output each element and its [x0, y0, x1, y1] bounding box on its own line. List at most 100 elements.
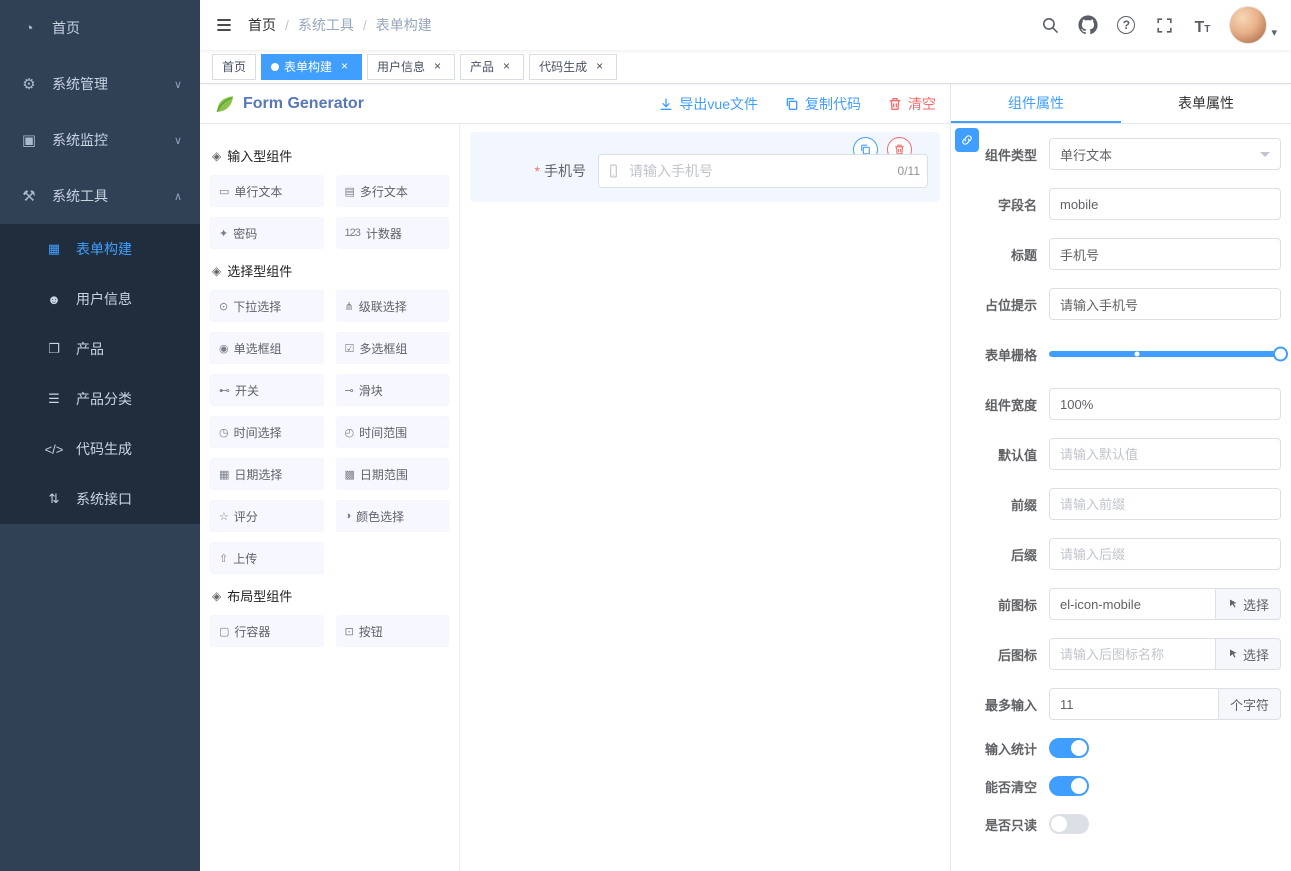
prop-label: 最多输入	[971, 695, 1049, 714]
breadcrumb-current: 表单构建	[376, 15, 432, 35]
prop-row-placeholder: 占位提示	[971, 288, 1281, 320]
form-canvas[interactable]: *手机号 0/11	[460, 124, 950, 871]
sidebar-item-code-generation[interactable]: </> 代码生成	[0, 424, 200, 474]
document-link-button[interactable]	[955, 128, 979, 152]
prefix-input[interactable]	[1049, 488, 1281, 520]
close-icon[interactable]: ×	[337, 59, 352, 74]
form-field-mobile[interactable]: *手机号 0/11	[470, 132, 940, 202]
tab-component-props[interactable]: 组件属性	[951, 84, 1121, 123]
palette-item[interactable]: ⊙下拉选择	[210, 290, 324, 322]
export-vue-button[interactable]: 导出vue文件	[658, 94, 758, 114]
prop-row-prefix-icon: 前图标 选择	[971, 588, 1281, 620]
tab-form-props[interactable]: 表单属性	[1121, 84, 1291, 123]
sidebar-item-system-management[interactable]: ⚙ 系统管理 ∨	[0, 56, 200, 112]
component-width-input[interactable]	[1049, 388, 1281, 420]
palette-item[interactable]: ◷时间选择	[210, 416, 324, 448]
button-component-icon: ⊡	[345, 625, 353, 638]
suffix-input[interactable]	[1049, 538, 1281, 570]
palette-item[interactable]: ▤多行文本	[336, 175, 450, 207]
tag-label: 表单构建	[284, 58, 332, 75]
component-type-select[interactable]: 单行文本	[1049, 138, 1281, 170]
palette-item[interactable]: 123计数器	[336, 217, 450, 249]
field-name-input[interactable]	[1049, 188, 1281, 220]
palette-item[interactable]: ▢行容器	[210, 615, 324, 647]
prop-row-clearable: 能否清空	[971, 776, 1281, 796]
api-icon: ⇅	[44, 491, 64, 507]
sidebar-item-label: 产品	[76, 339, 182, 359]
tag-form-build[interactable]: 表单构建 ×	[261, 54, 362, 80]
font-size-button[interactable]: TT	[1191, 14, 1213, 36]
slider-handle[interactable]	[1273, 347, 1288, 362]
form-grid-slider[interactable]	[1049, 338, 1281, 370]
sidebar-item-product-category[interactable]: ☰ 产品分类	[0, 374, 200, 424]
tag-label: 代码生成	[539, 58, 587, 75]
sidebar-item-user-info[interactable]: ☻ 用户信息	[0, 274, 200, 324]
field-label: *手机号	[470, 161, 598, 181]
palette-item[interactable]: ◑颜色选择	[336, 500, 450, 532]
fullscreen-button[interactable]	[1153, 14, 1175, 36]
palette-item[interactable]: ◴时间范围	[336, 416, 450, 448]
copy-code-button[interactable]: 复制代码	[784, 94, 861, 114]
palette-item[interactable]: ☑多选框组	[336, 332, 450, 364]
palette-item[interactable]: ⊡按钮	[336, 615, 450, 647]
breadcrumb-home[interactable]: 首页	[248, 15, 276, 35]
sidebar-item-label: 表单构建	[76, 239, 182, 259]
sidebar-item-label: 系统工具	[52, 186, 174, 206]
page-title: Form Generator	[243, 95, 364, 113]
clearable-toggle[interactable]	[1049, 776, 1089, 796]
palette-item[interactable]: ✦密码	[210, 217, 324, 249]
sidebar-toggle-button[interactable]	[200, 15, 248, 35]
prop-row-form-grid: 表单栅格	[971, 338, 1281, 370]
prop-label: 组件宽度	[971, 395, 1049, 414]
tag-product[interactable]: 产品 ×	[460, 54, 524, 80]
tag-label: 用户信息	[377, 58, 425, 75]
sidebar-item-system-api[interactable]: ⇅ 系统接口	[0, 474, 200, 524]
palette-grid: ⊙下拉选择 ⋔级联选择 ◉单选框组 ☑多选框组 ⊷开关 ⊸滑块 ◷时间选择 ◴时…	[210, 290, 449, 574]
palette-item[interactable]: ▩日期范围	[336, 458, 450, 490]
default-value-input[interactable]	[1049, 438, 1281, 470]
users-icon: ☻	[44, 292, 64, 307]
user-menu[interactable]: ▾	[1229, 6, 1277, 44]
sidebar-item-system-monitor[interactable]: ▣ 系统监控 ∨	[0, 112, 200, 168]
sidebar-submenu-system-tools: ▦ 表单构建 ☻ 用户信息 ❐ 产品 ☰ 产品分类 </> 代码生成 ⇅ 系统接…	[0, 224, 200, 524]
max-length-input[interactable]	[1049, 688, 1219, 720]
readonly-toggle[interactable]	[1049, 814, 1089, 834]
placeholder-input[interactable]	[1049, 288, 1281, 320]
palette-item[interactable]: ⇧上传	[210, 542, 324, 574]
clear-button[interactable]: 清空	[887, 94, 936, 114]
prop-label: 后缀	[971, 545, 1049, 564]
search-button[interactable]	[1039, 14, 1061, 36]
input-stats-toggle[interactable]	[1049, 738, 1089, 758]
close-icon[interactable]: ×	[430, 59, 445, 74]
sidebar-item-product[interactable]: ❐ 产品	[0, 324, 200, 374]
palette-item[interactable]: ⊸滑块	[336, 374, 450, 406]
sidebar-item-form-build[interactable]: ▦ 表单构建	[0, 224, 200, 274]
palette-item[interactable]: ⋔级联选择	[336, 290, 450, 322]
tag-home[interactable]: 首页	[212, 54, 256, 80]
close-icon[interactable]: ×	[499, 59, 514, 74]
prop-row-suffix: 后缀	[971, 538, 1281, 570]
form-row: *手机号 0/11	[470, 154, 928, 188]
github-button[interactable]	[1077, 14, 1099, 36]
mobile-input[interactable]	[598, 154, 928, 188]
palette-item[interactable]: ▦日期选择	[210, 458, 324, 490]
help-button[interactable]: ?	[1115, 14, 1137, 36]
sidebar-item-system-tools[interactable]: ⚒ 系统工具 ∧	[0, 168, 200, 224]
title-input[interactable]	[1049, 238, 1281, 270]
tag-code-generation[interactable]: 代码生成 ×	[529, 54, 617, 80]
tag-user-info[interactable]: 用户信息 ×	[367, 54, 455, 80]
link-icon	[960, 133, 974, 147]
palette-item[interactable]: ⊷开关	[210, 374, 324, 406]
prefix-icon-select-button[interactable]: 选择	[1216, 588, 1281, 620]
palette-item[interactable]: ▭单行文本	[210, 175, 324, 207]
sidebar-item-home[interactable]: ◔ 首页	[0, 0, 200, 56]
suffix-icon-select-button[interactable]: 选择	[1216, 638, 1281, 670]
close-icon[interactable]: ×	[592, 59, 607, 74]
question-icon: ?	[1117, 16, 1135, 34]
breadcrumb: 首页 / 系统工具 / 表单构建	[248, 15, 432, 35]
palette-item[interactable]: ☆评分	[210, 500, 324, 532]
palette-item[interactable]: ◉单选框组	[210, 332, 324, 364]
prefix-icon-input[interactable]	[1049, 588, 1216, 620]
suffix-icon-input[interactable]	[1049, 638, 1216, 670]
component-section-icon: ◈	[212, 264, 221, 278]
